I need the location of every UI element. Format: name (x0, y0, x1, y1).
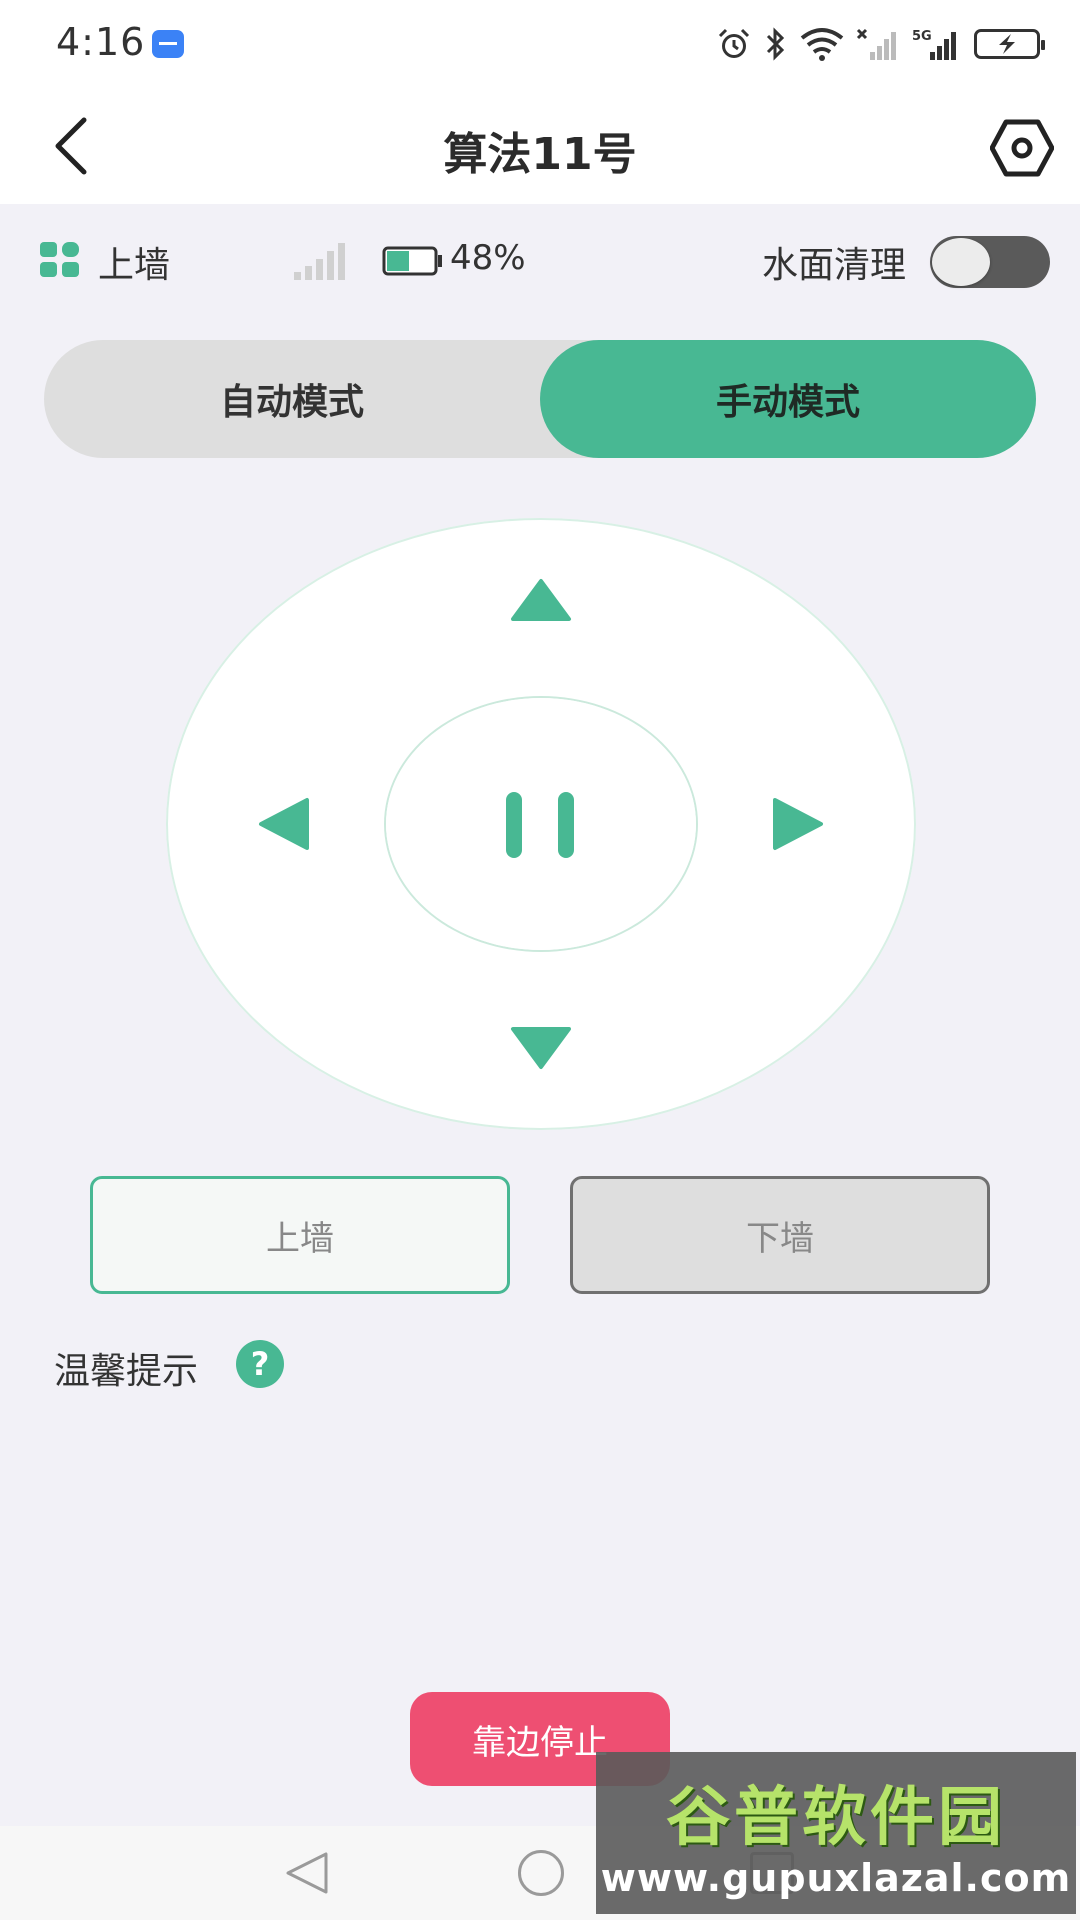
watermark-title: 谷普软件园 (666, 1781, 1006, 1855)
move-left-button[interactable] (244, 784, 324, 864)
help-icon[interactable]: ? (236, 1340, 284, 1388)
nav-back-icon[interactable] (282, 1850, 332, 1896)
settings-icon[interactable] (990, 118, 1054, 178)
move-down-button[interactable] (501, 1008, 581, 1088)
bluetooth-icon (766, 27, 785, 61)
water-clean-label: 水面清理 (762, 245, 907, 286)
page-title: 算法11号 (443, 129, 637, 180)
usb-icon (152, 30, 184, 58)
move-right-button[interactable] (758, 784, 838, 864)
status-icons: 5G (716, 24, 1045, 64)
triangle-left-icon (259, 798, 309, 850)
signal-5g-icon: 5G (912, 29, 956, 60)
wifi-icon (800, 28, 844, 61)
status-bar: 4:16 5G (0, 0, 1080, 88)
toggle-knob (932, 238, 990, 286)
app-screen: 4:16 5G 算法11号 上墙 48% 水面清理 自动模式 手动模式 上墙 下… (0, 0, 1080, 1920)
status-battery-icon (974, 29, 1045, 59)
wall-up-button[interactable]: 上墙 (90, 1176, 510, 1294)
triangle-right-icon (773, 798, 823, 850)
direction-pad (166, 518, 916, 1130)
auto-mode-tab[interactable]: 自动模式 (44, 340, 540, 458)
device-signal-icon (294, 243, 345, 280)
tips-label: 温馨提示 (54, 1351, 199, 1392)
alarm-icon (718, 28, 750, 58)
water-clean-toggle[interactable] (930, 236, 1050, 288)
signal-off-icon (856, 28, 896, 60)
mode-switch: 自动模式 手动模式 (44, 340, 1036, 458)
manual-mode-tab[interactable]: 手动模式 (540, 340, 1036, 458)
triangle-up-icon (511, 579, 571, 621)
wall-status-label: 上墙 (98, 245, 171, 286)
pause-icon (506, 792, 522, 858)
watermark: 谷普软件园 www.gupuxlazal.com (596, 1752, 1076, 1914)
device-info-row: 上墙 48% 水面清理 (0, 204, 1080, 314)
device-battery-icon (382, 246, 442, 276)
pause-button[interactable] (386, 698, 696, 950)
move-up-button[interactable] (501, 560, 581, 640)
nav-home-icon[interactable] (518, 1850, 564, 1896)
watermark-url: www.gupuxlazal.com (600, 1856, 1072, 1900)
battery-percent-text: 48% (450, 238, 526, 278)
wall-down-button[interactable]: 下墙 (570, 1176, 990, 1294)
app-header: 算法11号 (0, 88, 1080, 204)
triangle-down-icon (511, 1027, 571, 1069)
pause-icon (558, 792, 574, 858)
status-time: 4:16 (56, 20, 146, 64)
svg-text:5G: 5G (912, 29, 932, 44)
grid-icon (40, 242, 79, 277)
